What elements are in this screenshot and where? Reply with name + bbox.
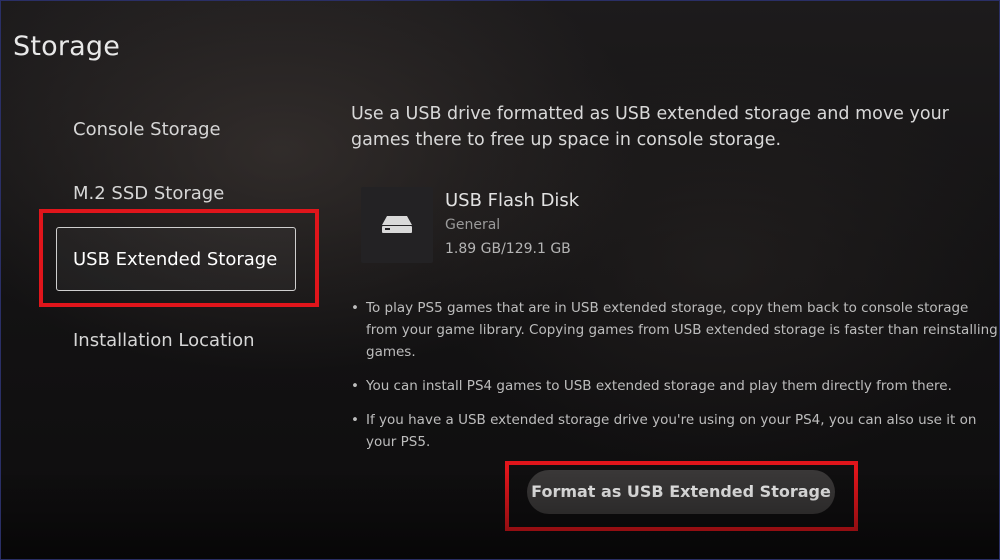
highlight-annotation-nav	[39, 209, 319, 307]
intro-text: Use a USB drive formatted as USB extende…	[351, 104, 949, 150]
list-item: • To play PS5 games that are in USB exte…	[351, 297, 999, 363]
list-item: • You can install PS4 games to USB exten…	[351, 375, 999, 397]
device-type: General	[445, 217, 501, 233]
note-text: You can install PS4 games to USB extende…	[366, 378, 952, 394]
sidebar-item-installation-location[interactable]: Installation Location	[73, 330, 255, 351]
info-notes-list: • To play PS5 games that are in USB exte…	[351, 297, 999, 465]
bullet: •	[351, 300, 359, 316]
bullet: •	[351, 378, 359, 394]
sidebar-item-m2-ssd-storage[interactable]: M.2 SSD Storage	[73, 183, 224, 204]
usb-drive-icon	[382, 216, 412, 233]
page-title: Storage	[13, 31, 121, 62]
device-tile[interactable]	[361, 187, 433, 263]
note-text: To play PS5 games that are in USB extend…	[366, 300, 998, 360]
device-name: USB Flash Disk	[445, 190, 580, 211]
bullet: •	[351, 412, 359, 428]
screen: Storage Console Storage M.2 SSD Storage …	[0, 0, 1000, 560]
sidebar-item-console-storage[interactable]: Console Storage	[73, 119, 221, 140]
list-item: • If you have a USB extended storage dri…	[351, 409, 999, 453]
highlight-annotation-button	[505, 461, 858, 531]
note-text: If you have a USB extended storage drive…	[366, 412, 977, 450]
device-size: 1.89 GB/129.1 GB	[445, 241, 571, 257]
